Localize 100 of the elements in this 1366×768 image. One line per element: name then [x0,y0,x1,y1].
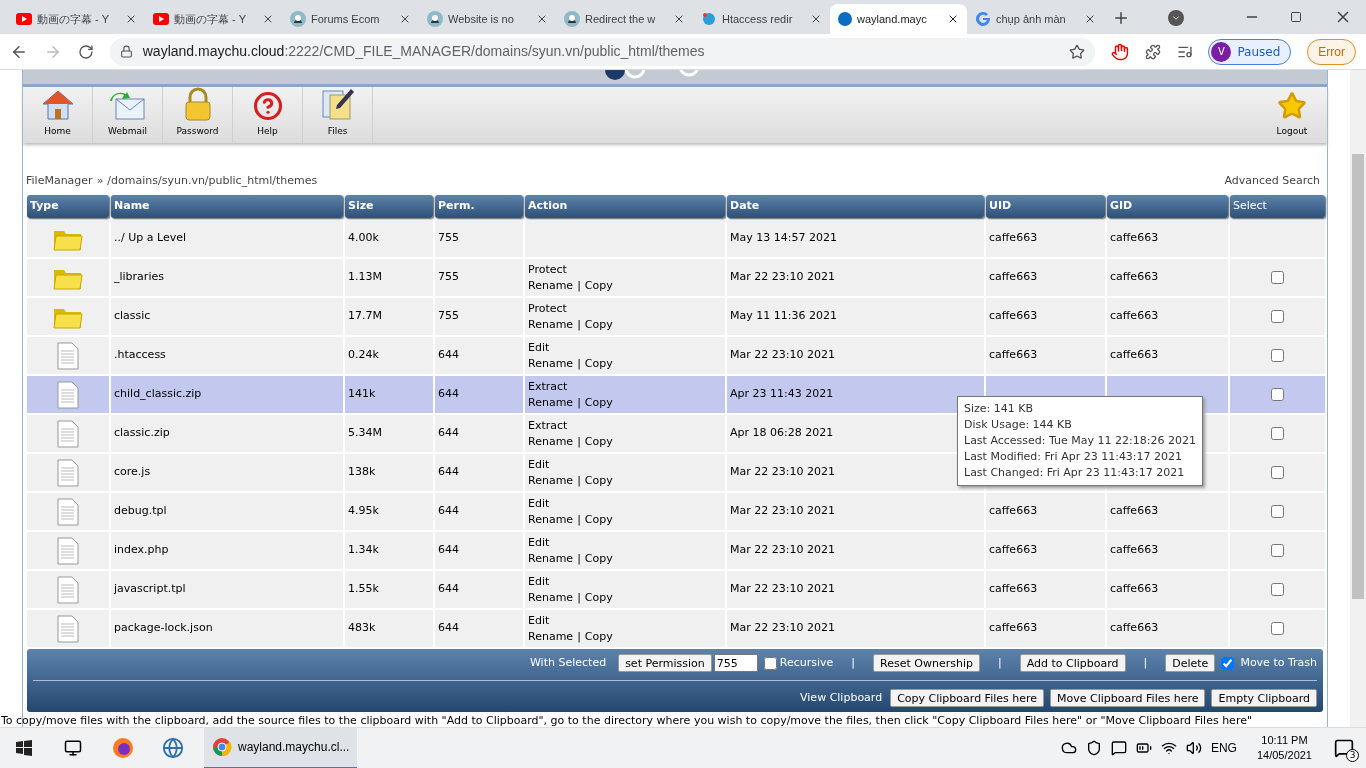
action-link[interactable]: Rename [528,316,574,333]
breadcrumb-path[interactable]: /domains/syun.vn/public_html/themes [107,172,318,189]
close-icon[interactable] [399,13,411,25]
speaker-icon[interactable] [1185,740,1202,756]
breadcrumb-link[interactable]: FileManager [26,172,93,189]
battery-icon[interactable] [1135,740,1152,756]
set-permission-button[interactable]: set Permission [618,654,712,672]
action-link[interactable]: Edit [528,495,550,512]
browser-tab[interactable]: Forums Ecom [282,4,419,34]
notifications-icon[interactable] [1334,738,1354,758]
column-header[interactable]: Action [525,195,725,218]
action-link[interactable]: Rename [528,472,574,489]
task-view-icon[interactable] [64,739,82,757]
copy-files-button[interactable]: Copy Clipboard Files here [890,689,1045,707]
action-link[interactable]: Edit [528,573,550,590]
action-link[interactable]: Rename [528,355,574,372]
profile-button[interactable]: V Paused [1208,38,1292,65]
action-link[interactable]: Copy [584,511,613,528]
action-link[interactable]: Copy [584,550,613,567]
action-link[interactable]: Protect [528,261,567,278]
browser-tab[interactable]: Redirect the w [556,4,693,34]
select-checkbox[interactable] [1271,388,1284,401]
action-link[interactable]: Copy [584,433,613,450]
delete-button[interactable]: Delete [1165,654,1216,672]
action-link[interactable]: Copy [584,472,613,489]
reset-ownership-button[interactable]: Reset Ownership [873,654,980,672]
action-link[interactable]: Protect [528,300,567,317]
action-link[interactable]: Edit [528,612,550,629]
wifi-icon[interactable] [1160,740,1177,756]
browser-tab[interactable]: Website is no [419,4,556,34]
file-name[interactable]: core.js [114,465,151,479]
error-button[interactable]: Error [1307,38,1356,65]
shield-icon[interactable] [1085,740,1102,756]
close-icon[interactable] [947,13,959,25]
column-header[interactable]: GID [1107,195,1228,218]
close-icon[interactable] [810,13,822,25]
action-link[interactable]: Rename [528,511,574,528]
action-link[interactable]: Copy [584,589,613,606]
action-link[interactable]: Rename [528,433,574,450]
close-icon[interactable] [125,13,137,25]
toolbar-button[interactable]: Password [163,87,233,143]
clock[interactable]: 10:11 PM 14/05/2021 [1256,733,1312,763]
file-name[interactable]: package-lock.json [114,621,213,635]
empty-clipboard-button[interactable]: Empty Clipboard [1211,689,1317,707]
taskbar-button[interactable]: wayland.maychu.cl... [204,727,358,768]
firefox-icon[interactable] [112,737,134,759]
select-checkbox[interactable] [1271,622,1284,635]
column-header[interactable]: Size [345,195,433,218]
scrollbar[interactable] [1350,70,1366,727]
browser-tab[interactable]: 動画の字幕 - Y [8,4,145,34]
column-header[interactable]: Type [27,195,109,218]
advanced-search-link[interactable]: Advanced Search [1224,172,1320,189]
permission-field[interactable]: 755 [713,654,758,672]
close-icon[interactable] [262,13,274,25]
browser-tab[interactable]: Htaccess redir [693,4,830,34]
column-header[interactable]: Name [111,195,343,218]
logout-button[interactable]: Logout [1257,87,1327,143]
language-indicator[interactable]: ENG [1210,739,1237,757]
toolbar-button[interactable]: Webmail [93,87,163,143]
browser-tab[interactable]: 動画の字幕 - Y [145,4,282,34]
file-name[interactable]: debug.tpl [114,504,167,518]
action-link[interactable]: Rename [528,277,574,294]
action-link[interactable]: Copy [584,316,613,333]
action-link[interactable]: Copy [584,277,613,294]
action-link[interactable]: Edit [528,339,550,356]
file-name[interactable]: classic [114,309,151,323]
action-link[interactable]: Copy [584,355,613,372]
browser-tab[interactable]: chụp ảnh màn [967,4,1104,34]
maximize-icon[interactable] [1290,11,1302,23]
hand-icon[interactable] [1110,42,1129,61]
select-checkbox[interactable] [1271,271,1284,284]
close-icon[interactable] [1084,13,1096,25]
column-header[interactable]: UID [986,195,1105,218]
action-link[interactable]: Extract [528,378,568,395]
close-icon[interactable] [536,13,548,25]
action-link[interactable]: Rename [528,394,574,411]
toolbar-button[interactable]: Help [233,87,303,143]
select-checkbox[interactable] [1271,310,1284,323]
dropdown-icon[interactable] [1168,10,1184,26]
extensions-icon[interactable] [1144,43,1161,60]
action-link[interactable]: Rename [528,589,574,606]
move-files-button[interactable]: Move Clipboard Files here [1050,689,1206,707]
action-link[interactable]: Copy [584,394,613,411]
file-name[interactable]: javascript.tpl [114,582,186,596]
file-name[interactable]: classic.zip [114,426,170,440]
column-header[interactable]: Select [1230,195,1325,218]
action-link[interactable]: Rename [528,550,574,567]
action-link[interactable]: Edit [528,534,550,551]
select-checkbox[interactable] [1271,544,1284,557]
close-icon[interactable] [673,13,685,25]
address-field[interactable]: wayland.maychu.cloud:2222/CMD_FILE_MANAGER/domains/syun.vn/public_html/themes [109,37,1095,66]
action-link[interactable]: Copy [584,628,613,645]
file-name[interactable]: child_classic.zip [114,387,202,401]
column-header[interactable]: Perm. [435,195,523,218]
action-link[interactable]: Extract [528,417,568,434]
action-link[interactable]: Edit [528,456,550,473]
select-checkbox[interactable] [1271,466,1284,479]
browser-tab[interactable]: wayland.mayc [830,4,967,34]
globe-icon[interactable] [162,737,184,759]
add-to-clipboard-button[interactable]: Add to Clipboard [1019,654,1126,672]
